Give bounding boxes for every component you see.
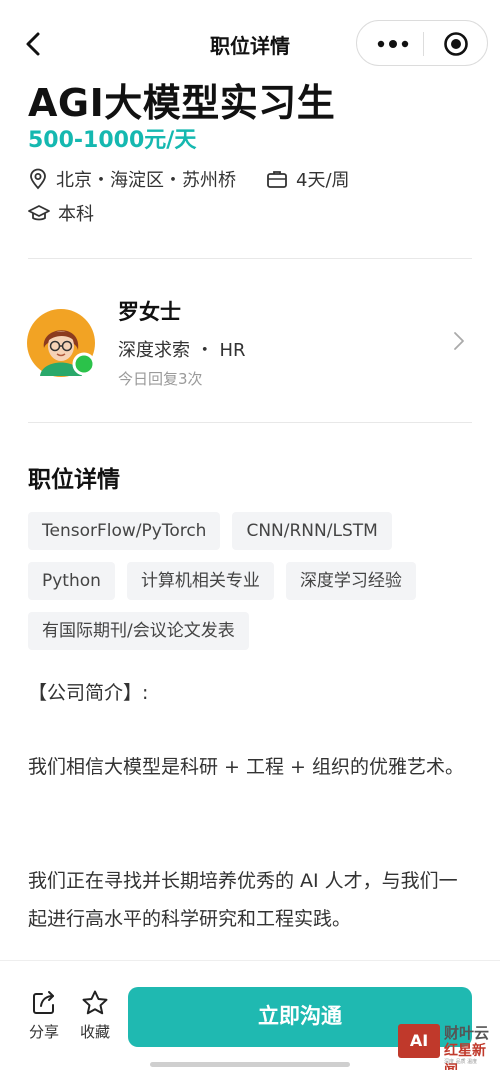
job-meta-row: 北京・海淀区・苏州桥 4天/周 [28,166,350,192]
job-schedule: 4天/周 [296,170,350,191]
watermark-subtext: 深度 品质 温度 [444,1059,478,1065]
job-title: AGI大模型实习生 [28,81,336,125]
skill-tag: CNN/RNN/LSTM [232,512,392,550]
share-label: 分享 [28,1023,59,1041]
recruiter-reply-info: 今日回复3次 [118,370,203,388]
online-status-dot [72,352,96,376]
skill-tags: TensorFlow/PyTorch CNN/RNN/LSTM Python 计… [28,512,478,650]
share-button[interactable]: 分享 [22,989,66,1042]
avatar[interactable] [26,308,98,380]
company-intro-heading: 【公司简介】: [28,682,149,704]
watermark-text: 红星新闻 [444,1043,486,1070]
location-pin-icon [30,168,46,190]
description-paragraph: 我们正在寻找并长期培养优秀的 AI 人才，与我们一起进行高水平的科学研究和工程实… [28,870,458,930]
job-location: 北京・海淀区・苏州桥 [56,170,236,191]
collect-button[interactable]: 收藏 [73,989,117,1042]
salary: 500-1000元/天 [28,128,197,153]
section-title: 职位详情 [28,467,120,493]
share-icon [33,991,54,1014]
mini-program-capsule [356,20,488,66]
star-icon [82,990,108,1015]
home-indicator [150,1062,350,1067]
more-dots-icon[interactable] [375,33,411,55]
watermark-logo: AI [398,1024,440,1058]
skill-tag: 计算机相关专业 [126,562,274,600]
description-paragraph: 我们相信大模型是科研 + 工程 + 组织的优雅艺术。 [28,756,464,778]
chevron-right-icon[interactable] [452,330,466,352]
skill-tag: TensorFlow/PyTorch [28,512,221,550]
capsule-divider [423,32,424,56]
skill-tag: 有国际期刊/会议论文发表 [28,612,249,650]
education-row: 本科 [28,200,94,226]
education-requirement: 本科 [58,204,94,225]
recruiter-name[interactable]: 罗女士 [118,296,181,326]
skill-tag: 深度学习经验 [285,562,416,600]
recruiter-company-role: 深度求索 ・ HR [118,340,246,361]
collect-label: 收藏 [79,1023,110,1041]
news-watermark: AI 财叶云 红星新闻 深度 品质 温度 [398,1022,498,1070]
graduation-cap-icon [28,205,50,221]
divider [28,258,472,259]
briefcase-icon [267,171,287,188]
target-icon[interactable] [443,31,469,57]
divider [28,422,472,423]
skill-tag: Python [28,562,115,600]
